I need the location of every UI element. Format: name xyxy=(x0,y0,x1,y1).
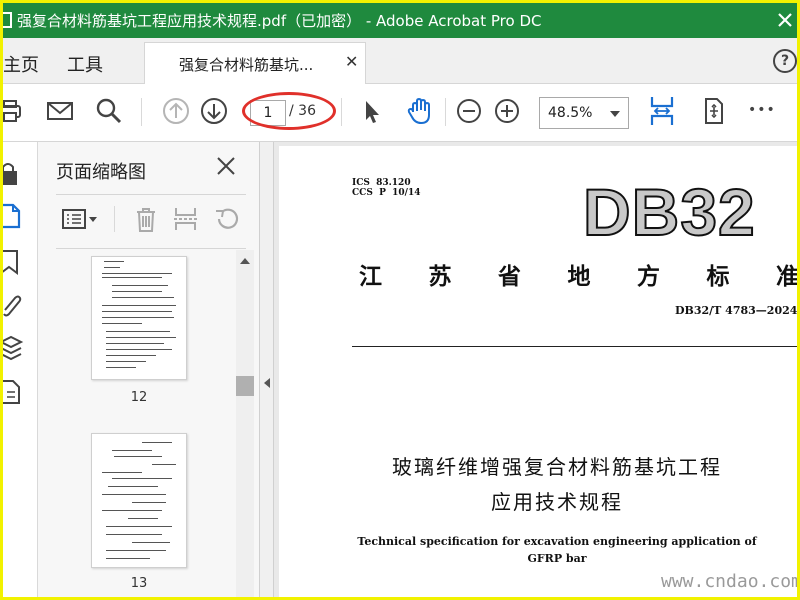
options-menu-icon[interactable] xyxy=(60,204,100,234)
standard-code-logo: DB32 xyxy=(582,174,756,250)
zoom-level-select[interactable]: 48.5% xyxy=(539,97,629,129)
collapse-pane-handle[interactable] xyxy=(260,142,274,597)
header-rule xyxy=(352,346,797,347)
rotate-view-icon[interactable] xyxy=(698,96,728,126)
bookmark-icon[interactable] xyxy=(3,248,25,276)
page-thumbnail-13[interactable] xyxy=(91,433,187,568)
standard-type-char: 方 xyxy=(637,263,660,290)
attachment-icon[interactable] xyxy=(3,290,25,318)
scrollbar-thumb[interactable] xyxy=(236,376,254,396)
standard-type-char: 准 xyxy=(776,263,797,290)
standard-type-char: 江 xyxy=(359,263,382,290)
select-cursor-icon[interactable] xyxy=(357,96,387,126)
document-title-en-line2: GFRP bar xyxy=(527,552,587,565)
page-thumbnails-icon[interactable] xyxy=(3,202,25,230)
ccs-code: CCS P 10/14 xyxy=(352,188,421,198)
fit-page-icon[interactable] xyxy=(646,94,678,128)
rotate-page-icon[interactable] xyxy=(212,204,242,234)
toolbar-divider xyxy=(341,98,342,126)
standard-type-char: 苏 xyxy=(428,263,452,290)
standard-type: 江 苏 省 地 方 标 准 xyxy=(359,257,797,291)
toolbar-divider xyxy=(141,98,142,126)
insert-page-icon[interactable] xyxy=(171,204,201,234)
tab-tools[interactable]: 工具 xyxy=(67,51,103,77)
delete-page-icon[interactable] xyxy=(131,204,161,234)
zoom-out-icon[interactable] xyxy=(454,96,484,126)
hand-tool-icon[interactable] xyxy=(405,96,435,126)
next-page-icon[interactable] xyxy=(199,96,229,126)
document-title-cn: 玻璃纤维增强复合材料筋基坑工程 xyxy=(392,455,722,479)
panel-divider xyxy=(56,248,246,249)
scroll-up-icon[interactable] xyxy=(240,258,250,264)
page-thumbnails-panel: 页面缩略图 12 13 xyxy=(38,142,260,597)
document-title-en: Technical specification for excavation e… xyxy=(357,535,757,548)
thumbnail-page-label: 13 xyxy=(130,576,148,591)
thumbnail-list: 12 13 xyxy=(38,250,260,597)
zoom-level-value: 48.5% xyxy=(548,105,593,121)
document-subtitle-cn: 应用技术规程 xyxy=(491,490,623,514)
panel-divider xyxy=(56,194,246,195)
ics-code: ICS 83.120 xyxy=(352,178,411,188)
window-title: 强复合材料筋基坑工程应用技术规程.pdf（已加密） - Adobe Acroba… xyxy=(17,12,542,30)
window-close-icon[interactable] xyxy=(775,10,795,30)
more-tools-icon[interactable]: ••• xyxy=(748,102,776,118)
document-view: ICS 83.120 CCS P 10/14 DB32 江 苏 省 地 方 标 … xyxy=(274,142,797,597)
help-icon[interactable]: ? xyxy=(773,49,797,73)
pdf-page: ICS 83.120 CCS P 10/14 DB32 江 苏 省 地 方 标 … xyxy=(279,146,797,597)
standard-number: DB32/T 4783—2024 xyxy=(675,304,797,317)
tab-close-icon[interactable]: ✕ xyxy=(345,52,358,71)
chevron-down-icon xyxy=(610,111,620,117)
standard-type-char: 省 xyxy=(498,263,521,290)
zoom-in-icon[interactable] xyxy=(492,96,522,126)
acrobat-window: 强复合材料筋基坑工程应用技术规程.pdf（已加密） - Adobe Acroba… xyxy=(3,3,797,597)
tab-home[interactable]: 主页 xyxy=(3,51,39,77)
panel-tool-divider xyxy=(114,206,115,232)
standard-type-char: 地 xyxy=(567,263,591,290)
lock-icon[interactable] xyxy=(3,160,25,188)
print-icon[interactable] xyxy=(3,96,25,126)
thumbnail-page-label: 12 xyxy=(130,390,148,405)
main-toolbar: 1 / 36 48.5% ••• xyxy=(3,84,797,142)
layers-icon[interactable] xyxy=(3,334,25,362)
toolbar-divider xyxy=(445,98,446,126)
page-thumbnail-12[interactable] xyxy=(91,256,187,380)
tab-bar: 主页 工具 强复合材料筋基坑... ✕ ? xyxy=(3,38,797,84)
tab-document-label: 强复合材料筋基坑... xyxy=(179,56,314,74)
email-icon[interactable] xyxy=(45,96,75,126)
navigation-pane-strip xyxy=(3,142,38,597)
standard-type-char: 标 xyxy=(706,263,730,290)
thumbnail-scrollbar[interactable] xyxy=(236,250,254,597)
panel-title: 页面缩略图 xyxy=(56,162,146,183)
app-icon xyxy=(3,12,12,28)
document-icon[interactable] xyxy=(3,378,25,406)
title-bar: 强复合材料筋基坑工程应用技术规程.pdf（已加密） - Adobe Acroba… xyxy=(3,3,797,38)
site-watermark: www.cndao.com xyxy=(661,571,797,592)
tab-document[interactable]: 强复合材料筋基坑... ✕ xyxy=(144,42,366,84)
previous-page-icon[interactable] xyxy=(161,96,191,126)
panel-close-icon[interactable] xyxy=(214,154,238,178)
chevron-left-icon xyxy=(264,378,270,388)
red-highlight-circle xyxy=(242,92,336,130)
search-icon[interactable] xyxy=(94,96,124,126)
